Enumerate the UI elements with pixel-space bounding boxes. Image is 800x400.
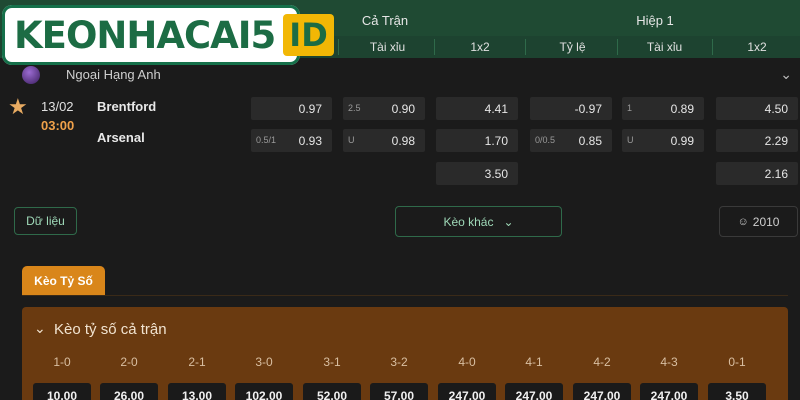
user-icon: ☺	[737, 215, 749, 228]
away-team: Arsenal	[97, 130, 145, 145]
col-h1-over-under: Tài xỉu	[646, 40, 683, 54]
odds-value: 4.50	[764, 102, 788, 116]
odds-line: U	[348, 135, 355, 145]
score-odds-button[interactable]: 247.00	[640, 383, 698, 400]
odds-value: 0.98	[391, 134, 415, 148]
odds-cell-h1-under[interactable]: U 0.99	[622, 129, 704, 152]
correct-score-panel: ⌄ Kèo tỷ số cả trận 1-0 2-0 2-1 3-0 3-1 …	[22, 307, 788, 400]
odds-cell-1x2-home[interactable]: 4.41	[436, 97, 518, 120]
score-odds-button[interactable]: 10.00	[33, 383, 91, 400]
brand-logo-text: KEONHACAI5	[14, 13, 276, 57]
match-time: 03:00	[41, 118, 75, 133]
odds-value: 2.29	[764, 134, 788, 148]
viewers-button[interactable]: ☺ 2010	[719, 206, 798, 237]
col-h1-handicap: Tỷ lệ	[559, 40, 586, 54]
tab-score-odds-label: Kèo Tỷ Số	[34, 274, 93, 288]
odds-cell-1x2-draw[interactable]: 3.50	[436, 162, 518, 185]
chevron-down-icon[interactable]: ⌄	[34, 320, 46, 337]
score-odds-button[interactable]: 13.00	[168, 383, 226, 400]
score-label: 2-0	[120, 355, 138, 369]
odds-value: 3.50	[484, 167, 508, 181]
col-h1-1x2: 1x2	[747, 40, 767, 54]
odds-line: 1	[627, 103, 633, 113]
odds-line: U	[627, 135, 634, 145]
league-row[interactable]: Ngoại Hạng Anh ⌄	[0, 60, 800, 90]
tab-divider	[22, 295, 788, 296]
more-bets-button[interactable]: Kèo khác ⌄	[395, 206, 562, 237]
col-divider	[338, 39, 339, 55]
odds-value: 1.70	[484, 134, 508, 148]
home-team: Brentford	[97, 99, 157, 114]
odds-cell-h1-hdp-home[interactable]: -0.97	[530, 97, 612, 120]
col-1x2: 1x2	[470, 40, 490, 54]
match-date: 13/02	[41, 99, 74, 114]
score-odds-button[interactable]: 247.00	[505, 383, 563, 400]
odds-value: 0.90	[391, 102, 415, 116]
tab-score-odds[interactable]: Kèo Tỷ Số	[22, 266, 105, 296]
brand-logo[interactable]: KEONHACAI5 ID	[2, 5, 334, 65]
score-odds-button[interactable]: 247.00	[573, 383, 631, 400]
score-label: 2-1	[188, 355, 206, 369]
score-label: 1-0	[53, 355, 71, 369]
premier-league-icon	[22, 66, 40, 84]
score-label: 4-1	[525, 355, 543, 369]
odds-value: 0.89	[670, 102, 694, 116]
score-odds-button[interactable]: 102.00	[235, 383, 293, 400]
score-label: 4-3	[660, 355, 678, 369]
data-button[interactable]: Dữ liệu	[14, 207, 77, 235]
chevron-down-icon: ⌄	[503, 214, 514, 229]
odds-cell-h1-1x2-away[interactable]: 2.29	[716, 129, 798, 152]
odds-value: 4.41	[484, 102, 508, 116]
odds-value: 0.93	[298, 134, 322, 148]
odds-value: 0.85	[578, 134, 602, 148]
score-odds-button[interactable]: 26.00	[100, 383, 158, 400]
score-odds-button[interactable]: 57.00	[370, 383, 428, 400]
score-label: 4-2	[593, 355, 611, 369]
data-button-label: Dữ liệu	[26, 214, 65, 228]
odds-value: 0.97	[298, 102, 322, 116]
odds-cell-h1-1x2-home[interactable]: 4.50	[716, 97, 798, 120]
group-half1: Hiệp 1	[636, 13, 674, 28]
odds-line: 0.5/1	[256, 135, 277, 145]
score-label: 3-0	[255, 355, 273, 369]
score-label: 4-0	[458, 355, 476, 369]
chevron-down-icon[interactable]: ⌄	[780, 66, 792, 83]
odds-cell-1x2-away[interactable]: 1.70	[436, 129, 518, 152]
score-odds-button[interactable]: 3.50	[708, 383, 766, 400]
odds-value: -0.97	[574, 102, 602, 116]
col-over-under: Tài xỉu	[369, 40, 406, 54]
score-label: 3-1	[323, 355, 341, 369]
score-odds-button[interactable]: 247.00	[438, 383, 496, 400]
league-name: Ngoại Hạng Anh	[66, 67, 161, 82]
odds-cell-over[interactable]: 2.5 0.90	[343, 97, 425, 120]
odds-cell-hdp-away[interactable]: 0.5/1 0.93	[251, 129, 332, 152]
star-icon[interactable]: ★	[8, 94, 28, 120]
odds-cell-h1-over[interactable]: 1 0.89	[622, 97, 704, 120]
odds-line: 2.5	[348, 103, 361, 113]
odds-cell-hdp-home[interactable]: 0.97	[251, 97, 332, 120]
more-bets-label: Kèo khác	[443, 214, 494, 229]
brand-logo-badge: ID	[283, 14, 334, 56]
odds-value: 2.16	[764, 167, 788, 181]
odds-cell-h1-hdp-away[interactable]: 0/0.5 0.85	[530, 129, 612, 152]
odds-value: 0.99	[670, 134, 694, 148]
viewer-count: 2010	[752, 214, 780, 229]
odds-cell-h1-1x2-draw[interactable]: 2.16	[716, 162, 798, 185]
odds-line: 0/0.5	[535, 135, 556, 145]
score-label: 0-1	[728, 355, 746, 369]
panel-title: Kèo tỷ số cả trận	[54, 321, 167, 338]
score-odds-button[interactable]: 52.00	[303, 383, 361, 400]
score-label: 3-2	[390, 355, 408, 369]
odds-cell-under[interactable]: U 0.98	[343, 129, 425, 152]
